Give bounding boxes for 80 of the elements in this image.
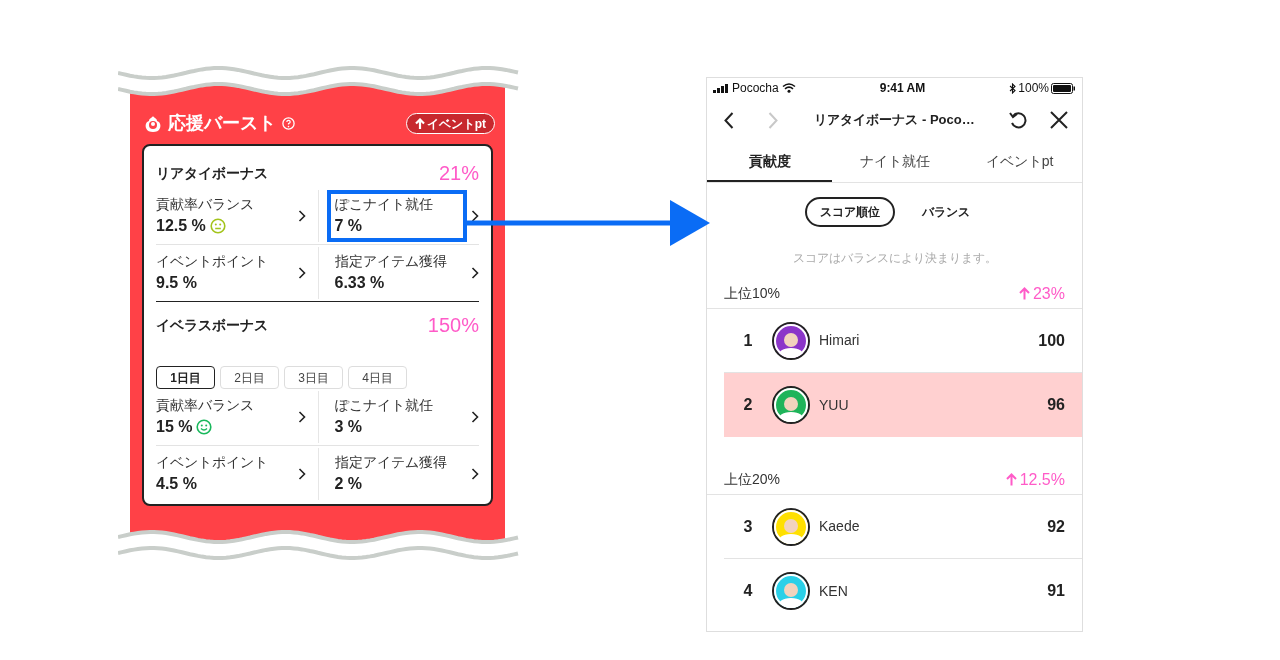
score: 92 — [1047, 516, 1065, 537]
stat-label: 貢献率バランス — [156, 195, 255, 214]
stat-value: 12.5 % — [156, 216, 206, 236]
tier-label: 上位20% — [724, 470, 781, 489]
stat-value: 6.33 % — [334, 273, 385, 293]
chevron-right-icon — [297, 411, 306, 423]
chevron-right-icon — [471, 267, 479, 279]
segment-button[interactable]: バランス — [906, 197, 985, 227]
fire-mascot-icon — [144, 114, 162, 133]
score: 96 — [1047, 395, 1065, 415]
arrow-up-icon — [1018, 287, 1030, 300]
carrier-name: Pococha — [732, 80, 779, 97]
panel-title: 応援バースト — [168, 112, 276, 135]
stat-item[interactable]: イベントポイント 9.5 % — [148, 247, 298, 299]
arrow-up-icon — [1005, 473, 1017, 486]
user-name: Kaede — [819, 517, 861, 536]
tier-bonus: 12.5% — [1019, 469, 1065, 490]
day-tab[interactable]: 1日目 — [156, 366, 215, 389]
stat-item[interactable]: ぽこナイト就任 7 % — [326, 190, 467, 242]
stat-label: イベントポイント — [156, 453, 269, 472]
stat-label: ぽこナイト就任 — [334, 195, 434, 214]
chevron-right-icon — [471, 210, 479, 222]
arrow-up-icon — [414, 117, 425, 130]
stat-label: 指定アイテム獲得 — [334, 453, 448, 472]
user-name: KEN — [819, 581, 849, 601]
status-time: 9:41 AM — [879, 80, 926, 97]
hint-text: スコアはバランスにより決まります。 — [791, 250, 998, 267]
tab[interactable]: 貢献度 — [707, 142, 832, 182]
section-title: イベラスボーナス — [156, 315, 268, 335]
battery-percent: 100% — [1018, 80, 1049, 97]
reload-button[interactable] — [1008, 110, 1028, 130]
stat-label: 貢献率バランス — [156, 396, 255, 415]
segment-button[interactable]: スコア順位 — [804, 197, 895, 227]
bonus-total: 150% — [427, 313, 479, 338]
page-title: リアタイボーナス - Poco… — [813, 111, 976, 130]
stat-value: 3 % — [334, 417, 363, 437]
tier-label: 上位10% — [724, 284, 781, 303]
stat-item[interactable]: ぽこナイト就任 3 % — [326, 391, 467, 443]
chevron-right-icon — [471, 411, 479, 423]
tier-bonus: 23% — [1032, 283, 1065, 304]
tab[interactable]: ナイト就任 — [832, 142, 957, 182]
tab[interactable]: イベントpt — [957, 142, 1082, 182]
rank-number: 4 — [742, 581, 754, 601]
chevron-right-icon — [297, 468, 306, 480]
close-button[interactable] — [1050, 111, 1068, 129]
battery-icon — [1051, 82, 1076, 94]
stat-value: 7 % — [334, 216, 363, 236]
stat-item[interactable]: 指定アイテム獲得 6.33 % — [326, 247, 467, 299]
wifi-icon — [781, 83, 796, 93]
stat-label: ぽこナイト就任 — [334, 396, 434, 415]
badge-label: イベントpt — [426, 115, 486, 133]
bonus-total: 21% — [438, 161, 479, 186]
signal-icon — [713, 83, 729, 93]
score: 91 — [1047, 581, 1065, 601]
day-tab[interactable]: 2日目 — [220, 366, 279, 389]
stat-value: 2 % — [334, 474, 363, 494]
chevron-right-icon — [471, 468, 479, 480]
user-name: YUU — [819, 395, 850, 415]
chevron-right-icon — [297, 267, 306, 279]
section-title: リアタイボーナス — [156, 163, 268, 183]
day-tab[interactable]: 3日目 — [284, 366, 343, 389]
user-name: Himari — [819, 331, 861, 350]
bluetooth-icon — [1009, 82, 1017, 94]
day-tab[interactable]: 4日目 — [348, 366, 407, 389]
rank-number: 2 — [742, 395, 754, 415]
stat-label: イベントポイント — [156, 252, 269, 271]
stat-value: 9.5 % — [156, 273, 197, 293]
stat-label: 指定アイテム獲得 — [334, 252, 448, 271]
stat-item[interactable]: 指定アイテム獲得 2 % — [326, 448, 467, 500]
rank-number: 3 — [742, 516, 754, 537]
ranking-row[interactable]: 2 YUU 96 — [724, 373, 1082, 437]
stat-item[interactable]: イベントポイント 4.5 % — [148, 448, 298, 500]
stat-value: 15 % — [156, 417, 193, 437]
stat-value: 4.5 % — [156, 474, 197, 494]
score: 100 — [1038, 330, 1065, 351]
stat-item[interactable]: 貢献率バランス 12.5 % — [148, 190, 298, 242]
help-icon[interactable] — [282, 117, 295, 130]
rank-number: 1 — [742, 330, 754, 351]
stat-item[interactable]: 貢献率バランス 15 % — [148, 391, 298, 443]
chevron-right-icon — [297, 210, 306, 222]
